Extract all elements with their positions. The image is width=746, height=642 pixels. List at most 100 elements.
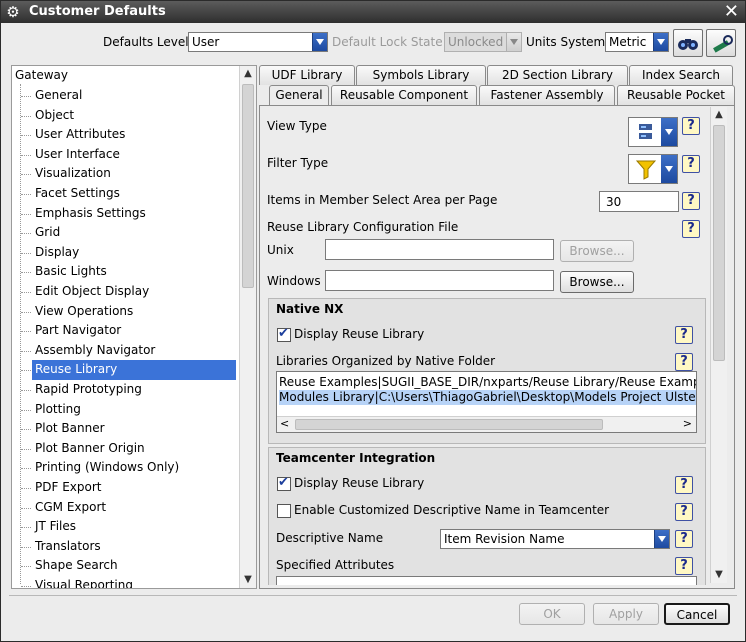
- libraries-horizontal-scrollbar[interactable]: < >: [277, 416, 696, 432]
- help-icon[interactable]: ?: [682, 117, 700, 135]
- chevron-down-icon[interactable]: [661, 155, 677, 183]
- tree-item[interactable]: Edit Object Display: [32, 282, 236, 302]
- tree-guide-tick: [21, 448, 31, 450]
- specified-attributes-label: Specified Attributes: [276, 558, 395, 572]
- help-icon[interactable]: ?: [682, 220, 700, 238]
- tree-item[interactable]: Plotting: [32, 400, 236, 420]
- tree-item[interactable]: Plot Banner Origin: [32, 439, 236, 459]
- cancel-button[interactable]: Cancel: [664, 603, 730, 625]
- tc-display-reuse-checkbox[interactable]: [277, 475, 291, 491]
- chevron-down-icon[interactable]: [653, 33, 668, 51]
- tree-vertical-scrollbar[interactable]: ▲ ▼: [239, 66, 256, 588]
- scroll-up-icon[interactable]: ▲: [711, 107, 727, 123]
- tree-item[interactable]: Display: [32, 243, 236, 263]
- tree-item[interactable]: Object: [32, 106, 236, 126]
- title-bar[interactable]: ⚙ Customer Defaults ✕: [1, 1, 745, 23]
- items-per-page-value: 30: [606, 195, 622, 209]
- descriptive-name-value: Item Revision Name: [444, 532, 565, 546]
- native-display-reuse-checkbox[interactable]: [277, 326, 291, 342]
- help-icon[interactable]: ?: [675, 530, 693, 548]
- windows-path-input[interactable]: [325, 270, 554, 291]
- tab-index-search[interactable]: Index Search: [629, 65, 733, 85]
- tree-item[interactable]: Printing (Windows Only): [32, 458, 236, 478]
- scroll-up-icon[interactable]: ▲: [240, 66, 256, 82]
- close-icon[interactable]: ✕: [724, 1, 739, 23]
- chevron-down-icon[interactable]: [654, 530, 669, 548]
- unix-path-input[interactable]: [325, 239, 554, 260]
- view-type-select[interactable]: [628, 117, 678, 147]
- scroll-down-icon[interactable]: ▼: [711, 567, 727, 583]
- help-icon[interactable]: ?: [675, 326, 693, 344]
- tree-item[interactable]: General: [32, 86, 236, 106]
- tab-general[interactable]: General: [269, 85, 329, 107]
- tab-2d-section-library[interactable]: 2D Section Library: [487, 65, 628, 85]
- tree-guide-tick: [21, 154, 31, 156]
- tree-item[interactable]: Assembly Navigator: [32, 341, 236, 361]
- chevron-down-icon[interactable]: [312, 33, 327, 51]
- tab-reusable-component[interactable]: Reusable Component: [331, 85, 477, 105]
- items-per-page-input[interactable]: 30: [599, 191, 679, 212]
- tree-item[interactable]: CGM Export: [32, 498, 236, 518]
- general-settings: View Type ? Filter Type ? Items in Membe…: [264, 109, 710, 585]
- tree-item[interactable]: User Interface: [32, 145, 236, 165]
- help-icon[interactable]: ?: [682, 192, 700, 210]
- tree-item[interactable]: Basic Lights: [32, 262, 236, 282]
- tab-udf-library[interactable]: UDF Library: [259, 65, 355, 85]
- chevron-down-icon[interactable]: [661, 118, 677, 146]
- tab-fastener-assembly[interactable]: Fastener Assembly: [479, 85, 615, 105]
- tab-reusable-pocket[interactable]: Reusable Pocket: [617, 85, 735, 105]
- tree-guide-tick: [21, 135, 31, 137]
- tc-display-reuse-label: Display Reuse Library: [294, 476, 425, 490]
- scroll-down-icon[interactable]: ▼: [240, 572, 256, 588]
- tree-item[interactable]: Visualization: [32, 164, 236, 184]
- tree-item[interactable]: Rapid Prototyping: [32, 380, 236, 400]
- native-libraries-list[interactable]: Reuse Examples|SUGII_BASE_DIR/nxparts/Re…: [276, 371, 697, 433]
- tree-guide-tick: [21, 546, 31, 548]
- scroll-left-icon[interactable]: <: [280, 417, 289, 430]
- tree-scroll-thumb[interactable]: [242, 84, 254, 288]
- help-icon[interactable]: ?: [675, 476, 693, 494]
- windows-browse-button[interactable]: Browse...: [560, 271, 634, 293]
- tree-guide-tick: [21, 96, 31, 97]
- units-system-select[interactable]: Metric: [605, 32, 669, 52]
- defaults-level-select[interactable]: User: [188, 32, 328, 52]
- category-tree[interactable]: Gateway General Object User Attributes User…: [11, 65, 257, 589]
- libraries-scroll-thumb[interactable]: [295, 419, 603, 430]
- tree-item[interactable]: Part Navigator: [32, 321, 236, 341]
- tree-guide-tick: [21, 194, 31, 195]
- tree-item[interactable]: Emphasis Settings: [32, 204, 236, 224]
- tab-symbols-library[interactable]: Symbols Library: [356, 65, 486, 85]
- tree-item[interactable]: Reuse Library: [32, 360, 236, 380]
- tree-item[interactable]: Plot Banner: [32, 419, 236, 439]
- custom-descriptive-name-checkbox[interactable]: [277, 504, 291, 518]
- tree-item[interactable]: View Operations: [32, 302, 236, 322]
- tree-item[interactable]: PDF Export: [32, 478, 236, 498]
- scroll-right-icon[interactable]: >: [683, 417, 692, 430]
- help-icon[interactable]: ?: [675, 353, 693, 371]
- tree-guide-tick: [21, 350, 31, 352]
- tree-item[interactable]: Facet Settings: [32, 184, 236, 204]
- tree-item[interactable]: User Attributes: [32, 125, 236, 145]
- specified-attributes-list[interactable]: [276, 576, 697, 585]
- tree-item[interactable]: Shape Search: [32, 556, 236, 576]
- tree-item[interactable]: Visual Reporting: [32, 576, 236, 588]
- tree-root-gateway[interactable]: Gateway: [15, 68, 68, 82]
- help-icon[interactable]: ?: [675, 503, 693, 521]
- settings-scroll-thumb[interactable]: [713, 125, 725, 361]
- unix-browse-button: Browse...: [560, 240, 634, 262]
- manage-defaults-button[interactable]: [706, 29, 736, 57]
- find-default-button[interactable]: [673, 29, 703, 57]
- window-title: Customer Defaults: [29, 4, 166, 19]
- descriptive-name-select[interactable]: Item Revision Name: [440, 529, 670, 549]
- tree-item[interactable]: Grid: [32, 223, 236, 243]
- help-icon[interactable]: ?: [682, 155, 700, 173]
- customer-defaults-dialog: ⚙ Customer Defaults ✕ Defaults Level Use…: [0, 0, 746, 642]
- help-icon[interactable]: ?: [675, 557, 693, 575]
- tree-guide-tick: [21, 174, 31, 176]
- tree-item[interactable]: JT Files: [32, 517, 236, 537]
- tree-item[interactable]: Translators: [32, 537, 236, 557]
- list-item[interactable]: Modules Library|C:\Users\ThiagoGabriel\D…: [279, 390, 696, 405]
- list-item[interactable]: Reuse Examples|SUGII_BASE_DIR/nxparts/Re…: [279, 375, 696, 390]
- filter-type-select[interactable]: [628, 154, 678, 184]
- settings-vertical-scrollbar[interactable]: ▲ ▼: [710, 107, 727, 583]
